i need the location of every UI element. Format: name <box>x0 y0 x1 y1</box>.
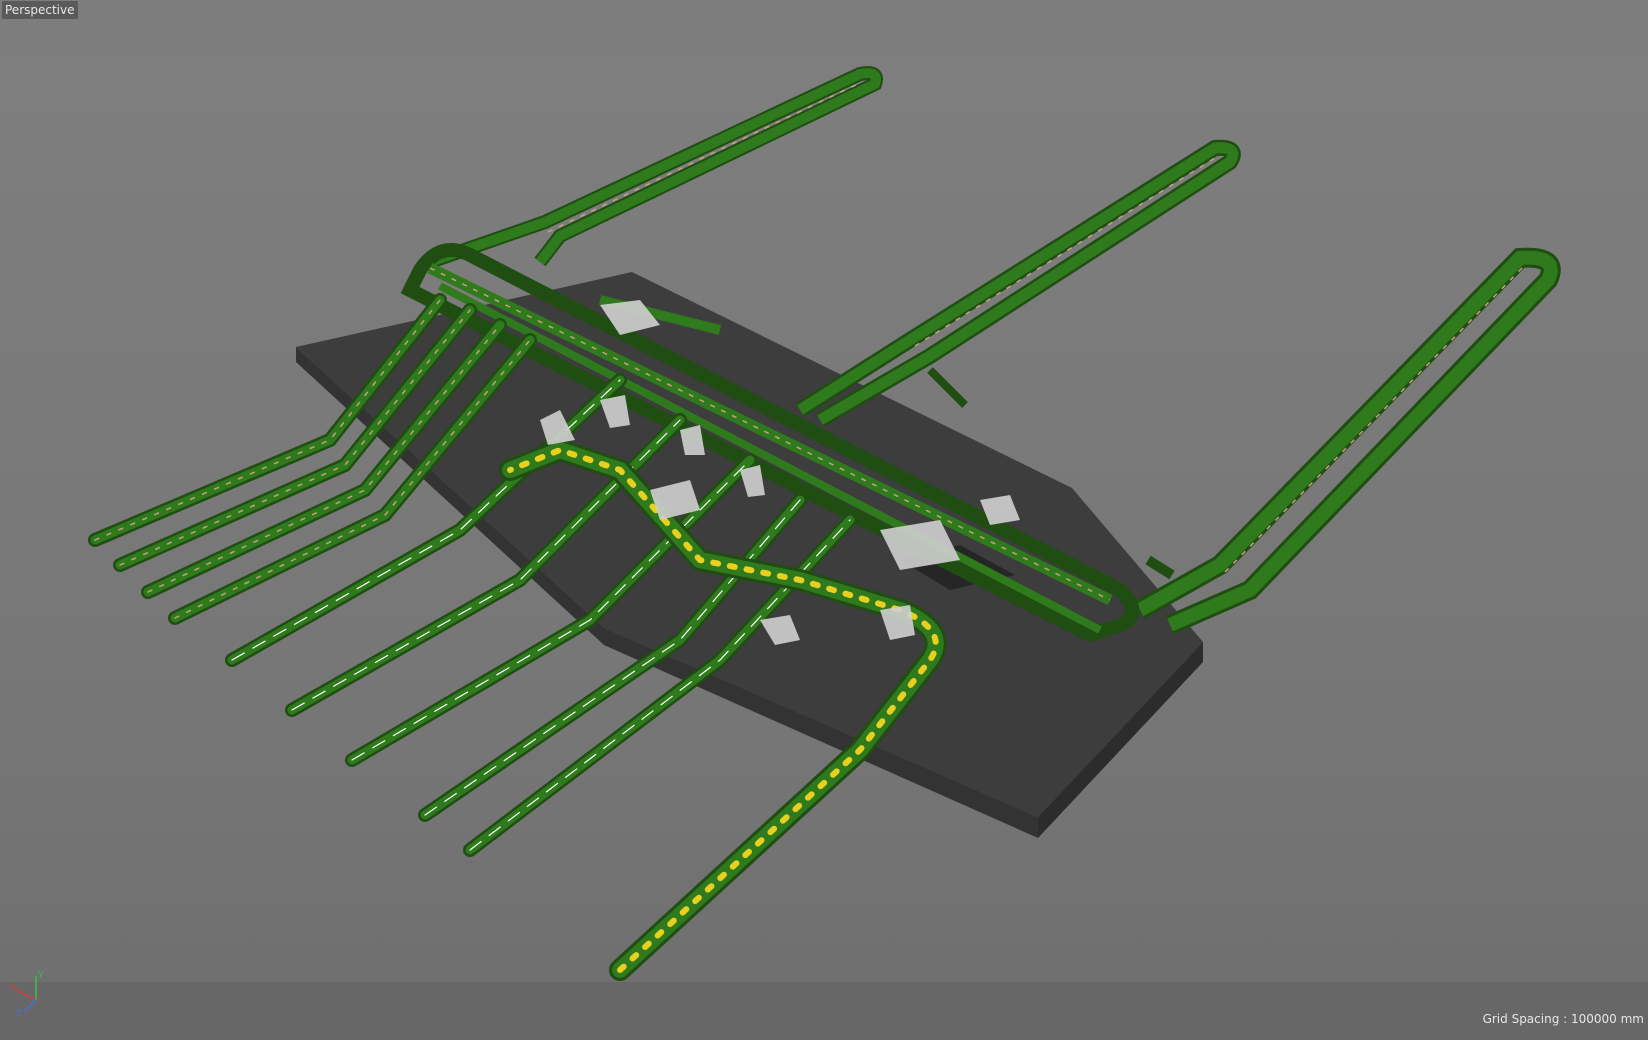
axis-z-label: Z <box>16 1009 22 1018</box>
axis-x-label: X <box>10 983 16 993</box>
axis-gizmo-icon: Y X Z <box>10 971 44 1018</box>
grid-spacing-readout: Grid Spacing : 100000 mm <box>1482 1012 1644 1026</box>
axis-x-line <box>15 989 37 1001</box>
conveyor-scene[interactable] <box>0 0 1648 1040</box>
branch-east[interactable] <box>1135 247 1561 635</box>
view-name-label[interactable]: Perspective <box>2 1 78 19</box>
axis-y-label: Y <box>37 971 44 981</box>
axis-z-line <box>23 999 37 1013</box>
branch-middle[interactable] <box>795 139 1241 427</box>
branch-north[interactable] <box>427 66 883 269</box>
3d-viewport[interactable]: Perspective Grid Spacing : 100000 mm Y X… <box>0 0 1648 1040</box>
